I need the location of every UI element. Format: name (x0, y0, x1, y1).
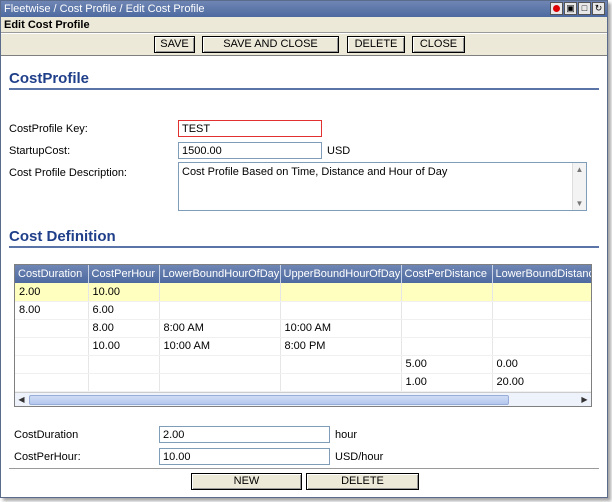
table-cell (15, 373, 89, 392)
scroll-right-icon[interactable]: ▶ (578, 393, 591, 406)
col-header-costperhour[interactable]: CostPerHour (88, 265, 160, 283)
title-bar: Fleetwise / Cost Profile / Edit Cost Pro… (1, 1, 607, 17)
save-and-close-button[interactable]: SAVE AND CLOSE (202, 36, 339, 53)
table-cell: 8.00 (88, 319, 160, 338)
cost-definition-table: CostDuration CostPerHour LowerBoundHourO… (15, 265, 591, 392)
description-text: Cost Profile Based on Time, Distance and… (182, 166, 448, 178)
divider (9, 468, 599, 469)
cost-duration-input[interactable] (159, 426, 330, 443)
col-header-lowerboundhourofday[interactable]: LowerBoundHourOfDay (159, 265, 281, 283)
grid-header-row: CostDuration CostPerHour LowerBoundHourO… (15, 265, 591, 283)
cost-duration-label: CostDuration (14, 429, 79, 441)
cost-per-hour-unit: USD/hour (335, 451, 384, 463)
table-cell (492, 301, 591, 320)
table-cell (15, 355, 89, 374)
cost-duration-unit: hour (335, 429, 358, 441)
table-row[interactable]: 1.00 20.00 (15, 373, 591, 392)
costprofile-heading: CostProfile (9, 70, 599, 90)
table-cell (88, 355, 160, 374)
col-header-lowerbounddistance[interactable]: LowerBoundDistance (492, 265, 591, 283)
table-cell: 10:00 AM (280, 319, 402, 338)
table-cell (159, 355, 281, 374)
table-cell (280, 355, 402, 374)
col-header-costperdistance[interactable]: CostPerDistance (401, 265, 493, 283)
costprofile-key-label: CostProfile Key: (9, 123, 88, 135)
refresh-icon[interactable]: ↻ (592, 2, 605, 15)
table-cell (159, 373, 281, 392)
description-label: Cost Profile Description: (9, 167, 127, 179)
table-row[interactable]: 5.00 0.00 (15, 355, 591, 374)
startup-cost-label: StartupCost: (9, 145, 71, 157)
table-cell (401, 337, 493, 356)
table-cell: 8:00 PM (280, 337, 402, 356)
page-subtitle: Edit Cost Profile (1, 17, 607, 33)
table-row[interactable]: 8.00 8:00 AM 10:00 AM (15, 319, 591, 338)
delete-row-button[interactable]: DELETE (306, 473, 419, 490)
startup-cost-input[interactable] (178, 142, 322, 159)
close-button[interactable]: CLOSE (412, 36, 465, 53)
table-cell: 20.00 (492, 373, 591, 392)
table-cell: 10.00 (88, 337, 160, 356)
table-cell (401, 301, 493, 320)
table-cell (15, 319, 89, 338)
table-cell (492, 319, 591, 338)
table-cell: 2.00 (15, 283, 89, 302)
startup-cost-unit: USD (327, 145, 351, 157)
table-row[interactable]: 10.00 10:00 AM 8:00 PM (15, 337, 591, 356)
grid-horizontal-scrollbar[interactable]: ◀ ▶ (15, 392, 591, 406)
description-scrollbar[interactable]: ▲ ▼ (572, 163, 586, 210)
delete-button[interactable]: DELETE (347, 36, 405, 53)
scroll-up-icon[interactable]: ▲ (573, 163, 586, 176)
table-cell (401, 319, 493, 338)
table-cell: 5.00 (401, 355, 493, 374)
new-row-button[interactable]: NEW (191, 473, 302, 490)
table-cell: 10:00 AM (159, 337, 281, 356)
save-button[interactable]: SAVE (154, 36, 195, 53)
window-breadcrumb: Fleetwise / Cost Profile / Edit Cost Pro… (4, 3, 205, 15)
table-row[interactable]: 8.00 6.00 (15, 301, 591, 320)
table-cell: 0.00 (492, 355, 591, 374)
table-cell: 10.00 (88, 283, 160, 302)
table-cell (159, 301, 281, 320)
table-cell: 1.00 (401, 373, 493, 392)
cost-definition-heading: Cost Definition (9, 228, 599, 248)
toolbar: SAVE SAVE AND CLOSE DELETE CLOSE (1, 34, 607, 56)
window-controls: ▣ □ ↻ (550, 2, 605, 15)
table-cell (159, 283, 281, 302)
table-cell (492, 283, 591, 302)
save-disk-icon[interactable]: ▣ (564, 2, 577, 15)
description-textarea[interactable]: Cost Profile Based on Time, Distance and… (178, 162, 587, 211)
col-header-upperboundhourofday[interactable]: UpperBoundHourOfDay (280, 265, 402, 283)
table-cell: 8.00 (15, 301, 89, 320)
costprofile-key-input[interactable] (178, 120, 322, 137)
table-cell: 6.00 (88, 301, 160, 320)
cost-definition-grid: CostDuration CostPerHour LowerBoundHourO… (14, 264, 592, 407)
table-cell (15, 337, 89, 356)
scrollbar-thumb[interactable] (29, 395, 509, 405)
table-cell (401, 283, 493, 302)
cost-per-hour-input[interactable] (159, 448, 330, 465)
table-cell (88, 373, 160, 392)
scroll-down-icon[interactable]: ▼ (573, 197, 586, 210)
table-cell (280, 373, 402, 392)
scroll-left-icon[interactable]: ◀ (15, 393, 28, 406)
table-cell: 8:00 AM (159, 319, 281, 338)
cost-per-hour-label: CostPerHour: (14, 451, 81, 463)
table-cell (280, 283, 402, 302)
record-icon[interactable] (550, 2, 563, 15)
edit-cost-profile-window: Fleetwise / Cost Profile / Edit Cost Pro… (0, 0, 608, 498)
table-row[interactable]: 2.00 10.00 (15, 283, 591, 302)
col-header-costduration[interactable]: CostDuration (15, 265, 89, 283)
table-cell (492, 337, 591, 356)
table-cell (280, 301, 402, 320)
lock-icon[interactable]: □ (578, 2, 591, 15)
